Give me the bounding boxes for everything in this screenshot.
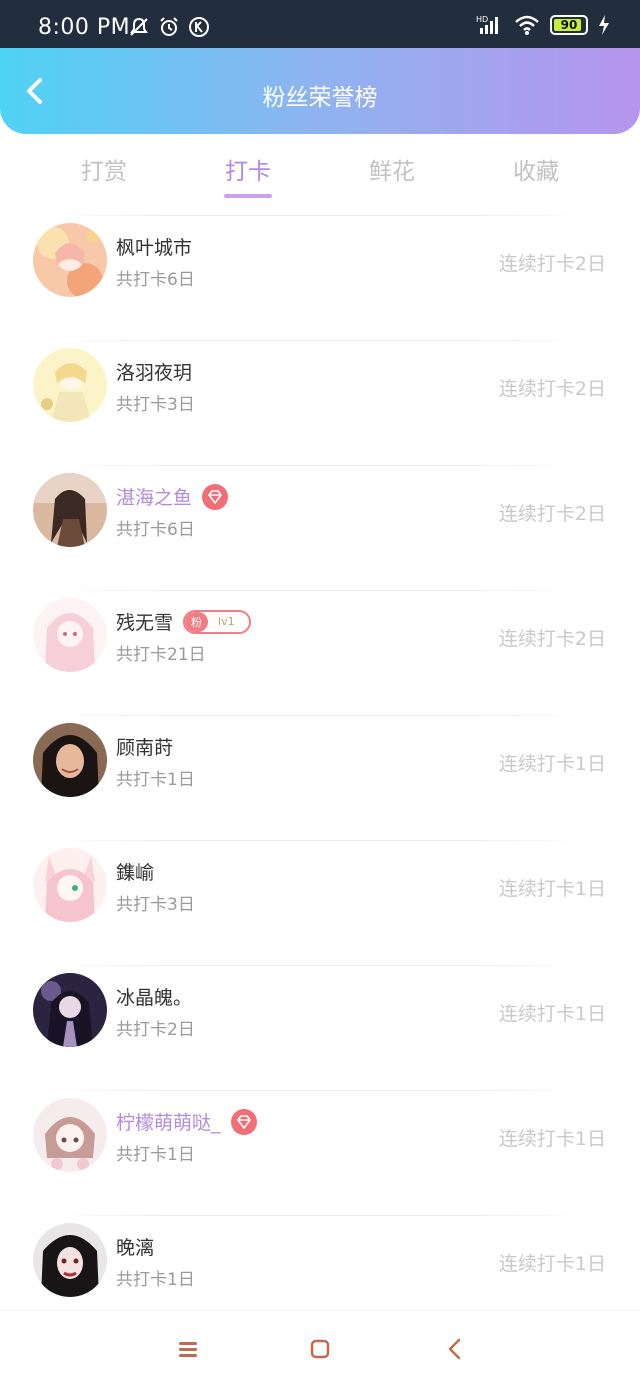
name-line: 柠檬萌萌哒_ [116, 1108, 257, 1135]
name-line: 枫叶城市 [116, 233, 192, 260]
status-icons-left [128, 16, 210, 38]
avatar [33, 473, 107, 547]
diamond-icon [236, 1114, 251, 1129]
streak-days: 连续打卡2日 [498, 503, 606, 525]
alarm-icon [160, 17, 178, 36]
battery-level: 90 [560, 18, 578, 32]
fan-level-badge: 粉 lv1 [183, 609, 251, 634]
user-name: 顾南莳 [116, 737, 174, 759]
wifi-icon [515, 15, 539, 35]
name-line: 残无雪 粉 lv1 [116, 608, 251, 635]
user-name: 残无雪 [116, 612, 174, 634]
total-checkins: 共打卡6日 [116, 520, 195, 540]
name-line: 冰晶魄。 [116, 983, 192, 1010]
divider [60, 1090, 580, 1091]
status-icons-right: HD 90 [476, 14, 610, 36]
divider [60, 965, 580, 966]
user-name: 冰晶魄。 [116, 987, 193, 1009]
divider [60, 465, 580, 466]
battery-icon: 90 [550, 15, 588, 35]
back-triangle-icon [448, 1338, 461, 1360]
back-nav-button[interactable] [443, 1337, 467, 1361]
avatar [33, 1098, 107, 1172]
avatar [33, 598, 107, 672]
active-tab-indicator [224, 194, 272, 198]
status-bar: 8:00 PM HD 90 [0, 0, 640, 48]
avatar [33, 723, 107, 797]
name-line: 顾南莳 [116, 733, 173, 760]
tab-bar: 打赏 打卡 鲜花 收藏 [0, 140, 640, 210]
divider [60, 340, 580, 341]
name-line: 湛海之鱼 [116, 483, 229, 510]
divider [60, 840, 580, 841]
home-button[interactable] [308, 1337, 332, 1361]
list-item[interactable]: 柠檬萌萌哒_ 共打卡1日 连续打卡1日 [0, 1090, 640, 1215]
streak-days: 连续打卡1日 [498, 753, 606, 775]
system-nav-bar [0, 1310, 640, 1387]
user-name: 洛羽夜玥 [116, 362, 193, 384]
vip-badge [230, 1108, 257, 1135]
streak-days: 连续打卡2日 [498, 378, 606, 400]
user-name: 枫叶城市 [116, 237, 193, 259]
user-name: 湛海之鱼 [116, 487, 193, 509]
list-item[interactable]: 洛羽夜玥 共打卡3日 连续打卡2日 [0, 340, 640, 465]
tab-favorites[interactable]: 收藏 [476, 152, 596, 186]
avatar [33, 848, 107, 922]
list-item[interactable]: 鏶崳 共打卡3日 连续打卡1日 [0, 840, 640, 965]
svg-text:HD: HD [476, 15, 488, 24]
list-item[interactable]: 残无雪 粉 lv1 共打卡21日 连续打卡2日 [0, 590, 640, 715]
avatar [33, 223, 107, 297]
tab-checkin[interactable]: 打卡 [188, 152, 308, 186]
name-line: 洛羽夜玥 [116, 358, 192, 385]
total-checkins: 共打卡1日 [116, 1270, 195, 1290]
streak-days: 连续打卡1日 [498, 878, 606, 900]
divider [60, 215, 580, 216]
vip-badge [202, 483, 229, 510]
total-checkins: 共打卡3日 [116, 395, 195, 415]
k-app-icon [189, 17, 209, 37]
avatar [33, 348, 107, 422]
tab-reward[interactable]: 打赏 [44, 152, 164, 186]
header: 粉丝荣誉榜 [0, 48, 640, 134]
total-checkins: 共打卡6日 [116, 270, 195, 290]
fan-badge-level: lv1 [218, 615, 235, 628]
list-item[interactable]: 顾南莳 共打卡1日 连续打卡1日 [0, 715, 640, 840]
total-checkins: 共打卡1日 [116, 770, 195, 790]
total-checkins: 共打卡3日 [116, 895, 195, 915]
menu-button[interactable] [176, 1337, 200, 1361]
avatar [33, 973, 107, 1047]
total-checkins: 共打卡2日 [116, 1020, 195, 1040]
user-name: 柠檬萌萌哒_ [116, 1112, 221, 1134]
mute-bell-icon [130, 17, 148, 36]
total-checkins: 共打卡1日 [116, 1145, 195, 1165]
status-time: 8:00 PM [38, 15, 131, 40]
home-square-icon [310, 1339, 330, 1359]
name-line: 鏶崳 [116, 858, 154, 885]
total-checkins: 共打卡21日 [116, 645, 206, 665]
hd-signal-icon: HD [476, 15, 498, 34]
menu-icon [179, 1342, 197, 1357]
tab-flowers[interactable]: 鲜花 [332, 152, 452, 186]
page-title: 粉丝荣誉榜 [262, 85, 378, 111]
list-item[interactable]: 枫叶城市 共打卡6日 连续打卡2日 [0, 215, 640, 340]
streak-days: 连续打卡2日 [498, 628, 606, 650]
divider [60, 590, 580, 591]
streak-days: 连续打卡1日 [498, 1253, 606, 1275]
divider [60, 1215, 580, 1216]
charging-icon [599, 15, 609, 35]
diamond-icon [208, 489, 222, 504]
streak-days: 连续打卡1日 [498, 1128, 606, 1150]
list-item[interactable]: 冰晶魄。 共打卡2日 连续打卡1日 [0, 965, 640, 1090]
name-line: 晚漓 [116, 1233, 154, 1260]
divider [60, 715, 580, 716]
list-item[interactable]: 湛海之鱼 共打卡6日 连续打卡2日 [0, 465, 640, 590]
fan-badge-label: 粉 [185, 611, 209, 632]
streak-days: 连续打卡1日 [498, 1003, 606, 1025]
user-name: 鏶崳 [116, 862, 155, 884]
streak-days: 连续打卡2日 [498, 253, 606, 275]
user-name: 晚漓 [116, 1237, 155, 1259]
avatar [33, 1223, 107, 1297]
